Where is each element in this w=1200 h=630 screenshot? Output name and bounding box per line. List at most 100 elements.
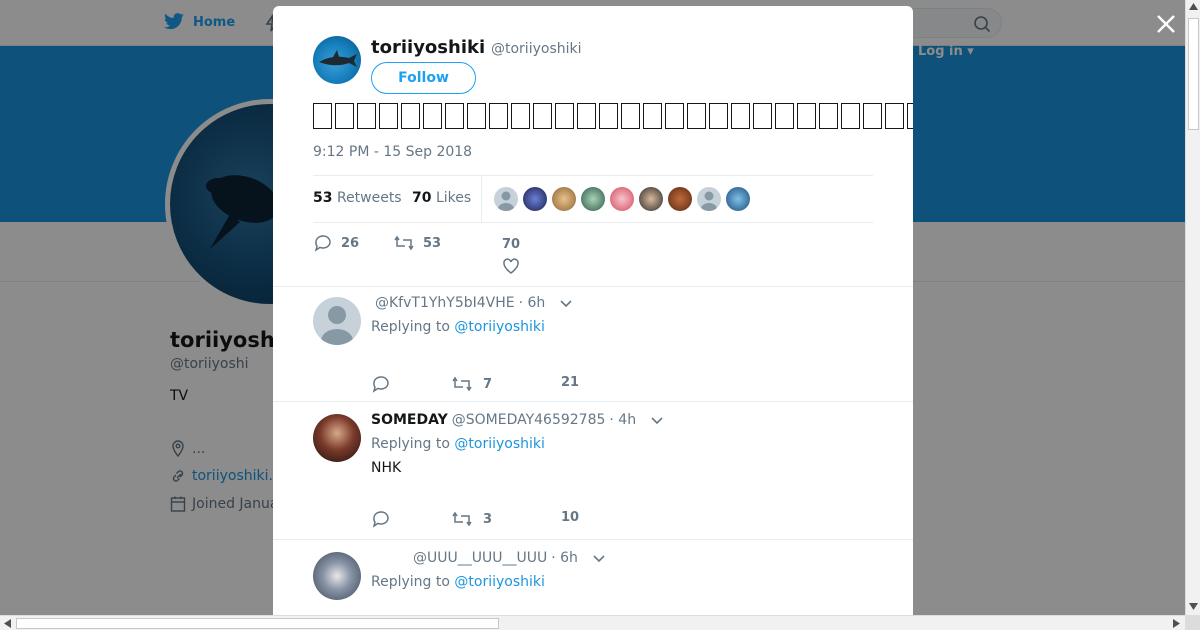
chevron-down-icon[interactable] <box>559 298 573 308</box>
default-avatar-icon <box>498 191 514 211</box>
author-name[interactable]: toriiyoshiki <box>371 37 485 58</box>
close-icon[interactable] <box>1154 12 1178 36</box>
reply-author-handle[interactable]: @UUU__UUU__UUU <box>413 550 547 566</box>
reply-header: @KfvT1YhY5bI4VHE · 6h <box>371 295 573 311</box>
missing-glyph-box <box>423 102 442 129</box>
tweet-text <box>313 99 913 130</box>
missing-glyph-box <box>335 102 354 129</box>
liker-avatar[interactable] <box>552 187 576 211</box>
reply-avatar[interactable] <box>313 552 361 600</box>
missing-glyph-box <box>665 102 684 129</box>
liker-avatar[interactable] <box>610 187 634 211</box>
liker-avatar[interactable] <box>668 187 692 211</box>
likes-stat[interactable]: 70 Likes <box>412 190 471 206</box>
missing-glyph-box <box>841 102 860 129</box>
author-handle[interactable]: @toriiyoshiki <box>491 41 582 57</box>
reply-avatar[interactable] <box>313 414 361 462</box>
reply-item[interactable]: SOMEDAY @SOMEDAY46592785 · 4h Replying t… <box>273 401 913 539</box>
reply-action[interactable]: 26 <box>313 234 359 252</box>
heart-icon <box>503 258 519 274</box>
author-avatar[interactable] <box>313 36 361 84</box>
missing-glyph-box <box>577 102 596 129</box>
reply-icon <box>372 511 389 528</box>
missing-glyph-box <box>731 102 750 129</box>
horizontal-scroll-thumb[interactable] <box>16 618 499 629</box>
reply-time[interactable]: · 6h <box>519 295 546 311</box>
reply-header: @UUU__UUU__UUU · 6h <box>409 550 606 566</box>
reply-time[interactable]: · 4h <box>609 412 636 428</box>
missing-glyph-box <box>313 102 332 129</box>
missing-glyph-box <box>379 102 398 129</box>
horizontal-scrollbar[interactable] <box>0 615 1185 630</box>
replying-prefix: Replying to <box>371 319 450 335</box>
missing-glyph-box <box>467 102 486 129</box>
missing-glyph-box <box>599 102 618 129</box>
missing-glyph-box <box>907 102 913 129</box>
missing-glyph-box <box>797 102 816 129</box>
replying-prefix: Replying to <box>371 574 450 590</box>
like-count: 10 <box>561 510 580 525</box>
missing-glyph-box <box>863 102 882 129</box>
vertical-scrollbar[interactable] <box>1185 0 1200 615</box>
reply-count: 26 <box>341 235 360 251</box>
reply-item[interactable]: @KfvT1YhY5bI4VHE · 6h Replying to @torii… <box>273 286 913 401</box>
retweets-label: Retweets <box>336 190 402 206</box>
reply-action[interactable] <box>371 375 391 393</box>
reply-avatar[interactable] <box>313 297 361 345</box>
missing-glyph-box <box>357 102 376 129</box>
stats-divider <box>481 176 482 222</box>
shark-image <box>319 50 357 67</box>
reply-item[interactable]: @UUU__UUU__UUU · 6h Replying to @toriiyo… <box>273 539 913 616</box>
like-count: 21 <box>561 375 580 390</box>
tweet-stats: 53 Retweets 70 Likes <box>313 175 873 223</box>
retweet-icon <box>452 511 472 527</box>
retweets-stat[interactable]: 53 Retweets <box>313 190 402 206</box>
replying-to: Replying to @toriiyoshiki <box>371 574 545 590</box>
chevron-down-icon[interactable] <box>592 553 606 563</box>
replying-to-link[interactable]: @toriiyoshiki <box>454 574 545 590</box>
missing-glyph-box <box>401 102 420 129</box>
reply-author-handle[interactable]: @SOMEDAY46592785 <box>452 412 606 428</box>
scroll-right-icon[interactable] <box>1173 619 1180 628</box>
replying-to-link[interactable]: @toriiyoshiki <box>454 436 545 452</box>
follow-button[interactable]: Follow <box>371 62 476 94</box>
vertical-scroll-thumb[interactable] <box>1188 18 1199 130</box>
liker-avatar[interactable] <box>581 187 605 211</box>
retweet-action[interactable]: 3 <box>451 510 492 528</box>
likes-count: 70 <box>412 190 432 206</box>
missing-glyph-box <box>511 102 530 129</box>
retweet-action[interactable]: 7 <box>451 375 492 393</box>
liker-avatar[interactable] <box>726 187 750 211</box>
missing-glyph-box <box>555 102 574 129</box>
scroll-left-icon[interactable] <box>4 619 11 628</box>
scrollbar-corner <box>1185 615 1200 630</box>
liker-avatar[interactable] <box>494 187 518 211</box>
missing-glyph-box <box>687 102 706 129</box>
reply-author-name[interactable]: SOMEDAY <box>371 412 448 428</box>
reply-header: SOMEDAY @SOMEDAY46592785 · 4h <box>371 412 664 428</box>
scroll-down-icon[interactable] <box>1189 603 1198 610</box>
missing-glyph-box <box>819 102 838 129</box>
reply-action[interactable] <box>371 510 391 528</box>
retweets-count: 53 <box>313 190 333 206</box>
liker-avatar[interactable] <box>697 187 721 211</box>
default-avatar-icon <box>701 191 717 211</box>
retweet-action[interactable]: 53 <box>393 234 441 252</box>
missing-glyph-box <box>775 102 794 129</box>
scroll-up-icon[interactable] <box>1189 3 1198 10</box>
like-action[interactable]: 70 <box>502 237 520 274</box>
liker-avatar[interactable] <box>639 187 663 211</box>
replying-to-link[interactable]: @toriiyoshiki <box>454 319 545 335</box>
chevron-down-icon[interactable] <box>650 415 664 425</box>
missing-glyph-box <box>885 102 904 129</box>
retweet-icon <box>452 376 472 392</box>
replying-to: Replying to @toriiyoshiki <box>371 319 545 335</box>
like-action[interactable]: 21 <box>561 375 579 390</box>
liker-avatar[interactable] <box>523 187 547 211</box>
reply-text: NHK <box>371 460 402 476</box>
replying-prefix: Replying to <box>371 436 450 452</box>
reply-time[interactable]: · 6h <box>551 550 578 566</box>
missing-glyph-box <box>709 102 728 129</box>
like-action[interactable]: 10 <box>561 510 579 525</box>
reply-author-handle[interactable]: @KfvT1YhY5bI4VHE <box>375 295 515 311</box>
